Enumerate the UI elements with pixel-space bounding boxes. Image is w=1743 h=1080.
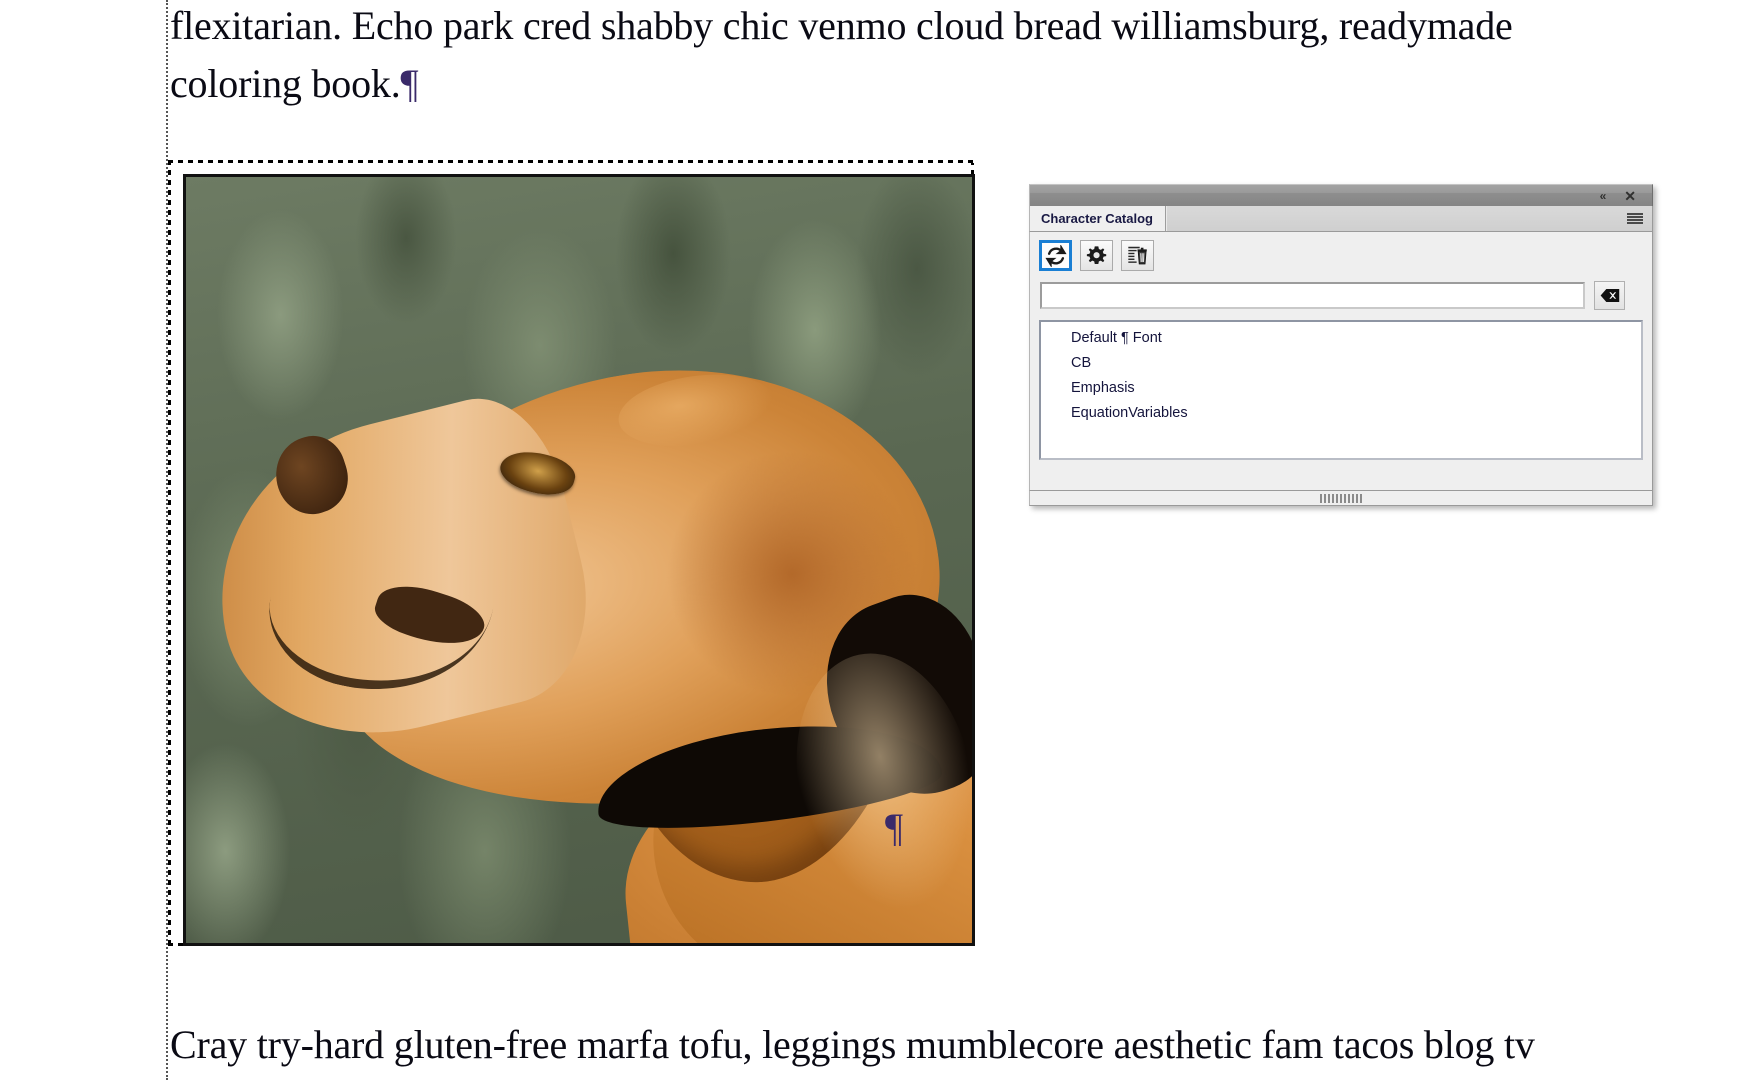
- list-item[interactable]: EquationVariables: [1041, 401, 1641, 426]
- tab-character-catalog[interactable]: Character Catalog: [1030, 206, 1166, 231]
- list-item[interactable]: CB: [1041, 351, 1641, 376]
- anchored-image-container[interactable]: [168, 160, 978, 950]
- catalog-search-input[interactable]: [1040, 282, 1585, 309]
- character-catalog-panel[interactable]: « ✕ Character Catalog Default ¶ Font CB …: [1029, 184, 1653, 506]
- options-button[interactable]: [1080, 240, 1113, 271]
- panel-search-row: [1030, 271, 1652, 310]
- panel-toolbar: [1030, 232, 1652, 271]
- hamburger-menu-icon[interactable]: [1627, 213, 1643, 224]
- panel-titlebar[interactable]: « ✕: [1029, 184, 1653, 206]
- document-paragraph-bottom-line1: Cray try-hard gluten-free marfa tofu, le…: [170, 1022, 1535, 1067]
- panel-body: Default ¶ Font CB Emphasis EquationVaria…: [1029, 232, 1653, 490]
- document-paragraph-top-line2: coloring book.¶: [170, 54, 419, 114]
- paragraph-top-line2-text: coloring book.: [170, 61, 401, 106]
- delete-button[interactable]: [1121, 240, 1154, 271]
- panel-tabstrip-filler: [1165, 206, 1652, 231]
- panel-resize-grip[interactable]: [1320, 493, 1362, 503]
- close-panel-icon[interactable]: ✕: [1618, 189, 1642, 203]
- panel-footer: [1029, 490, 1653, 506]
- backspace-delete-icon: [1600, 288, 1619, 303]
- list-trash-icon: [1128, 246, 1147, 265]
- panel-tabstrip: Character Catalog: [1029, 206, 1653, 232]
- dog-photograph: [186, 177, 972, 943]
- refresh-button[interactable]: [1039, 240, 1072, 271]
- catalog-items-list[interactable]: Default ¶ Font CB Emphasis EquationVaria…: [1039, 320, 1643, 460]
- refresh-icon: [1044, 244, 1067, 267]
- list-item[interactable]: Emphasis: [1041, 376, 1641, 401]
- collapse-panel-icon[interactable]: «: [1594, 190, 1611, 202]
- clear-search-button[interactable]: [1594, 281, 1625, 310]
- pilcrow-mark: ¶: [400, 61, 419, 106]
- list-item[interactable]: Default ¶ Font: [1041, 326, 1641, 351]
- gear-icon: [1086, 246, 1107, 264]
- document-canvas: flexitarian. Echo park cred shabby chic …: [0, 0, 1743, 1080]
- document-paragraph-top-line1: flexitarian. Echo park cred shabby chic …: [170, 3, 1513, 48]
- image-trailing-pilcrow: ¶: [885, 805, 904, 850]
- image-graphic-frame[interactable]: [183, 174, 975, 946]
